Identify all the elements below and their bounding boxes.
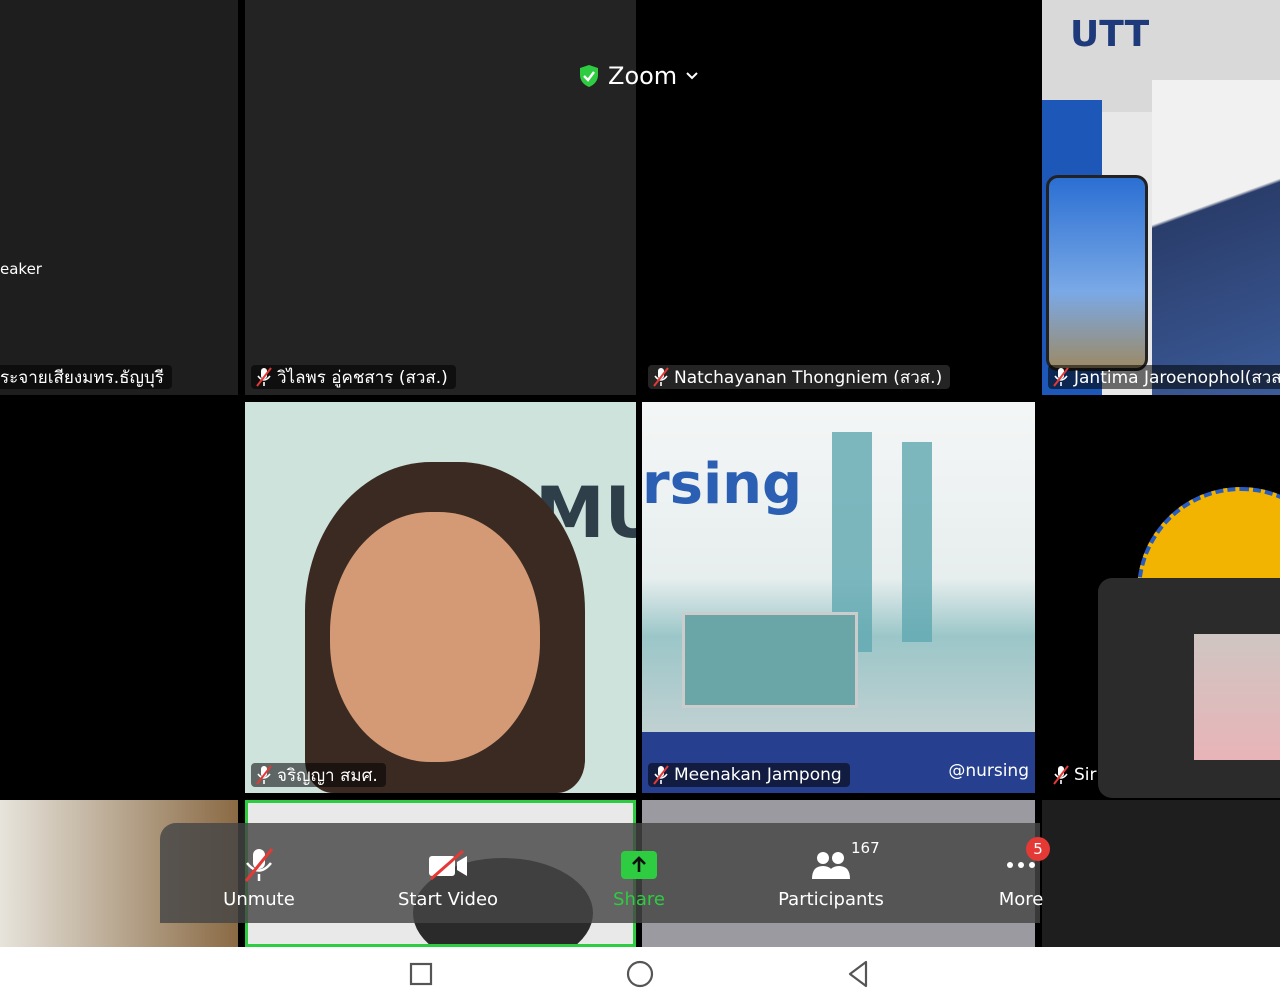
start-video-label: Start Video [397,889,499,910]
video-tile-r1c4[interactable]: UTT Jantima Jaroenophol(สวส [1042,0,1280,395]
background-text: rsing [642,452,803,517]
participant-name-tag: Natchayanan Thongniem (สวส.) [648,365,951,389]
recents-square-icon[interactable] [401,955,441,993]
participant-name-tag: Meenakan Jampong [648,763,850,787]
video-tile-r2c1[interactable] [0,402,238,793]
org-logo-text: UTT [1070,14,1150,55]
meeting-title-button[interactable]: Zoom [578,62,699,90]
video-tile-r1c3[interactable]: Natchayanan Thongniem (สวส.) [642,0,1037,395]
participants-button[interactable]: 167 Participants [756,823,906,923]
participant-name-tag: ระจายเสียงมทร.ธัญบุรี [0,365,172,389]
share-label: Share [613,889,665,910]
person-video [1152,80,1280,395]
more-badge: 5 [1026,837,1050,861]
chevron-down-icon [686,72,698,80]
share-button[interactable]: Share [564,823,714,923]
phone-image [1046,175,1148,371]
participant-name: Jantima Jaroenophol(สวส [1074,367,1280,388]
participants-icon [812,852,850,879]
mic-muted-icon [653,765,669,785]
social-watermark: @nursing [948,761,1029,781]
participant-name: Natchayanan Thongniem (สวส.) [674,367,943,388]
more-button[interactable]: 5 More [946,823,1096,923]
participant-name: Sir [1074,765,1097,785]
self-view-video [1194,634,1280,760]
home-circle-icon[interactable] [620,955,660,993]
hospital-bed [682,612,858,708]
mic-muted-icon [256,765,272,785]
mic-muted-icon [256,367,272,387]
video-tile-r2c2[interactable]: MU จริญญา สมศ. [245,402,636,793]
speaker-label-fragment: eaker [0,260,42,278]
mic-muted-icon [1053,765,1069,785]
back-triangle-icon[interactable] [838,955,878,993]
participant-name: วิไลพร อู่คชสาร (สวส.) [277,367,448,388]
participant-name-tag: Jantima Jaroenophol(สวส [1048,365,1280,389]
curtain-2 [902,442,932,642]
video-tile-r2c3[interactable]: rsing @nursing Meenakan Jampong [642,402,1035,793]
participants-count: 167 [851,839,880,857]
video-tile-r1c1[interactable]: eaker ระจายเสียงมทร.ธัญบุรี [0,0,238,395]
share-screen-icon [621,851,657,879]
system-nav-bar [0,947,1280,1000]
mic-muted-icon [244,848,274,882]
participant-name-tag: วิไลพร อู่คชสาร (สวส.) [251,365,456,389]
video-off-icon [429,850,467,880]
start-video-button[interactable]: Start Video [373,823,523,923]
unmute-button[interactable]: Unmute [184,823,334,923]
participant-name-tag: Sir [1048,763,1105,787]
self-view-panel[interactable] [1098,578,1280,798]
more-dots-icon [1007,862,1035,868]
participant-name: Meenakan Jampong [674,765,842,785]
app-title: Zoom [608,62,678,90]
person-face [330,512,540,762]
participant-name-tag: จริญญา สมศ. [251,763,386,787]
participant-name: จริญญา สมศ. [277,765,378,786]
participant-name: ระจายเสียงมทร.ธัญบุรี [0,367,164,388]
shield-check-icon [580,65,598,87]
participants-label: Participants [778,889,884,910]
mic-muted-icon [1053,367,1069,387]
unmute-label: Unmute [223,889,295,910]
mic-muted-icon [653,367,669,387]
more-label: More [998,889,1044,910]
video-tile-r1c2[interactable]: วิไลพร อู่คชสาร (สวส.) [245,0,636,395]
meeting-toolbar: Unmute Start Video Share 167 Participant… [160,823,1050,923]
